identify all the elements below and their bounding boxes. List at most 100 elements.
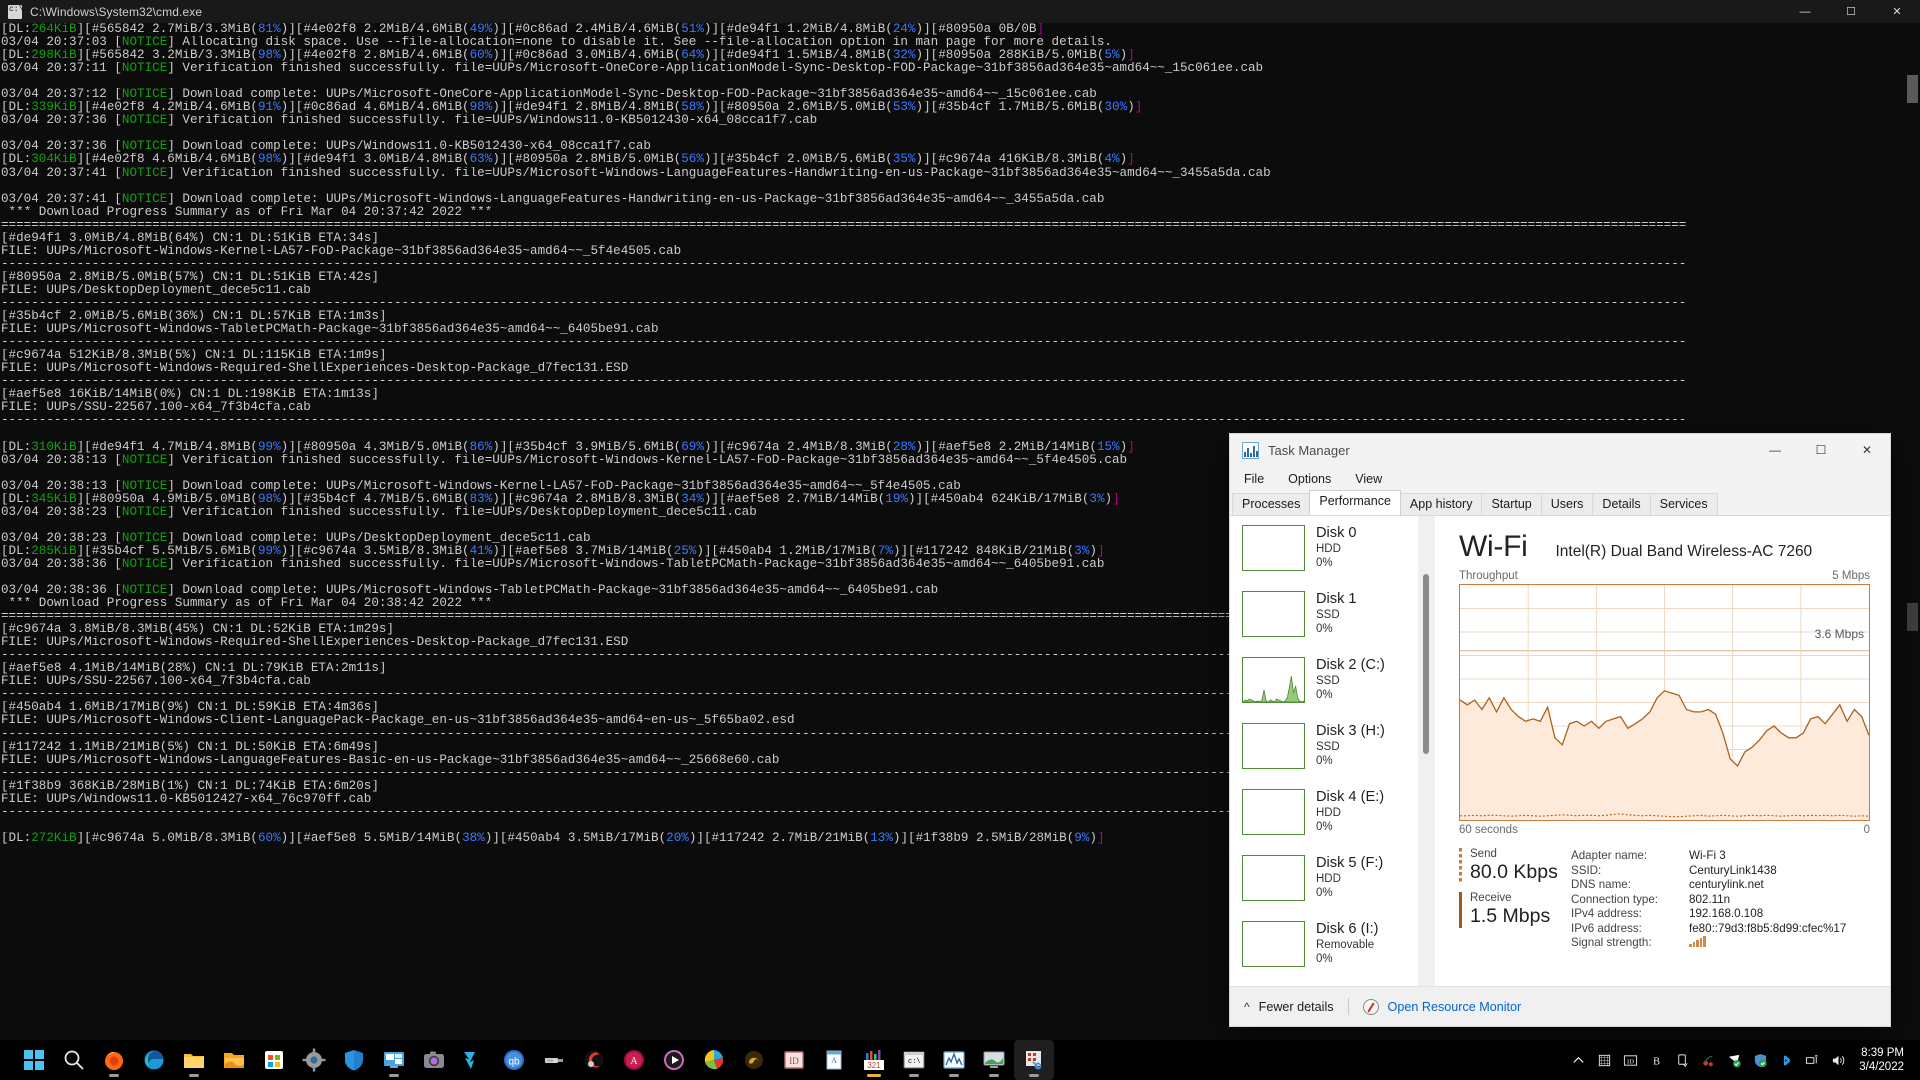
tray-b-app[interactable]: B: [1643, 1040, 1669, 1080]
console-titlebar[interactable]: c:\ C:\Windows\System32\cmd.exe — ☐ ✕: [0, 0, 1920, 23]
console-close-button[interactable]: ✕: [1874, 0, 1920, 23]
id-icon: ID: [1623, 1053, 1638, 1068]
resource-item-disk-2-c[interactable]: Disk 2 (C:) SSD 0%: [1230, 648, 1435, 714]
tray-cherry-app[interactable]: [1695, 1040, 1721, 1080]
resource-name: Disk 4 (E:): [1316, 789, 1385, 805]
document-icon: A: [822, 1048, 846, 1072]
clock-time: 8:39 PM: [1861, 1047, 1904, 1059]
open-resource-monitor-link[interactable]: Open Resource Monitor: [1388, 1000, 1522, 1014]
tab-performance[interactable]: Performance: [1309, 490, 1401, 515]
resource-item-disk-4-e[interactable]: Disk 4 (E:) HDD 0%: [1230, 780, 1435, 846]
tm-close-button[interactable]: ✕: [1844, 434, 1890, 466]
taskbar-app-blue[interactable]: [454, 1040, 494, 1080]
console-scrollbar-thumb[interactable]: [1907, 75, 1918, 103]
receive-value: 1.5 Mbps: [1470, 905, 1551, 927]
resource-item-disk-6-i[interactable]: Disk 6 (I:) Removable 0%: [1230, 912, 1435, 978]
taskbar-security[interactable]: [334, 1040, 374, 1080]
taskbar-id-app[interactable]: ID: [774, 1040, 814, 1080]
console-minimize-button[interactable]: —: [1782, 0, 1828, 23]
resource-list-scrollbar-thumb[interactable]: [1423, 574, 1429, 754]
tray-network[interactable]: [1799, 1040, 1825, 1080]
resource-list-scrollbar[interactable]: [1418, 516, 1435, 986]
task-manager-window[interactable]: Task Manager — ☐ ✕ File Options View Pro…: [1230, 434, 1890, 1026]
shield-check-icon: [1753, 1053, 1768, 1068]
send-label: Send: [1470, 848, 1497, 860]
taskbar-firefox[interactable]: [94, 1040, 134, 1080]
search-button[interactable]: [54, 1040, 94, 1080]
resource-item-disk-3-h[interactable]: Disk 3 (H:) SSD 0%: [1230, 714, 1435, 780]
tray-show-hidden-icons[interactable]: [1565, 1040, 1591, 1080]
tab-processes[interactable]: Processes: [1232, 493, 1311, 515]
resource-type: SSD: [1316, 675, 1340, 688]
taskbar-clock[interactable]: 8:39 PM 3/4/2022: [1851, 1046, 1908, 1074]
taskbar-command-prompt[interactable]: c:\: [894, 1040, 934, 1080]
tray-volume[interactable]: [1825, 1040, 1851, 1080]
resource-item-disk-1[interactable]: Disk 1 SSD 0%: [1230, 582, 1435, 648]
tab-users[interactable]: Users: [1540, 493, 1594, 515]
menu-view[interactable]: View: [1353, 470, 1384, 488]
taskbar-camera[interactable]: [414, 1040, 454, 1080]
windows-taskbar[interactable]: qb A ID A 321 c:\ ID B 8:39 PM 3/4/2022: [0, 1040, 1920, 1080]
tab-details[interactable]: Details: [1592, 493, 1651, 515]
taskbar-edge[interactable]: [134, 1040, 174, 1080]
send-value: 80.0 Kbps: [1470, 861, 1558, 883]
taskbar-calendar-app[interactable]: 321: [854, 1040, 894, 1080]
folder-icon: [182, 1048, 206, 1072]
taskbar-ccleaner[interactable]: [574, 1040, 614, 1080]
resource-usage: 0%: [1316, 886, 1333, 899]
menu-options[interactable]: Options: [1286, 470, 1333, 488]
taskbar-running-indicator: [989, 1074, 999, 1077]
taskbar-settings[interactable]: [294, 1040, 334, 1080]
task-manager-titlebar[interactable]: Task Manager — ☐ ✕: [1230, 434, 1890, 466]
performance-resource-list[interactable]: Disk 0 HDD 0% Disk 1 SSD 0% Disk 2 (C:) SSD 0% Di…: [1230, 516, 1435, 986]
tab-app-history[interactable]: App history: [1399, 493, 1483, 515]
tab-services[interactable]: Services: [1649, 493, 1718, 515]
taskbar-qbittorrent[interactable]: qb: [494, 1040, 534, 1080]
console-line: [DL:264KiB][#565842 2.7MiB/3.3MiB(81%)][…: [1, 23, 1045, 36]
tm-minimize-button[interactable]: —: [1752, 434, 1798, 466]
taskbar-microsoft-store[interactable]: [254, 1040, 294, 1080]
taskbar-snipping-tool[interactable]: [1014, 1040, 1054, 1080]
taskbar-app-gold[interactable]: [734, 1040, 774, 1080]
signal-bars-icon: [1689, 936, 1706, 947]
tray-grid-app[interactable]: [1591, 1040, 1617, 1080]
svg-text:ID: ID: [1627, 1058, 1634, 1065]
svg-text:A: A: [630, 1056, 638, 1067]
start-button[interactable]: [14, 1040, 54, 1080]
taskbar-task-manager[interactable]: [934, 1040, 974, 1080]
console-line: 03/04 20:37:36 [NOTICE] Download complet…: [1, 140, 651, 154]
taskbar-document[interactable]: A: [814, 1040, 854, 1080]
taskbar-audacity[interactable]: A: [614, 1040, 654, 1080]
console-line: 03/04 20:37:36 [NOTICE] Verification fin…: [1, 114, 818, 128]
tm-maximize-button[interactable]: ☐: [1798, 434, 1844, 466]
resource-meta: Disk 3 (H:) SSD 0%: [1316, 723, 1385, 768]
resource-name: Disk 6 (I:): [1316, 921, 1379, 937]
taskbar-media-player[interactable]: [654, 1040, 694, 1080]
resource-item-disk-5-f[interactable]: Disk 5 (F:) HDD 0%: [1230, 846, 1435, 912]
cmd-icon: c:\: [902, 1048, 926, 1072]
tray-usb[interactable]: [1669, 1040, 1695, 1080]
taskbar-usb-drive[interactable]: [534, 1040, 574, 1080]
resource-type: HDD: [1316, 873, 1341, 886]
resource-item-disk-0[interactable]: Disk 0 HDD 0%: [1230, 516, 1435, 582]
console-scrollbar[interactable]: [1905, 23, 1920, 1040]
resource-sparkline: [1242, 591, 1305, 637]
tray-id-app[interactable]: ID: [1617, 1040, 1643, 1080]
tab-startup[interactable]: Startup: [1481, 493, 1542, 515]
menu-file[interactable]: File: [1242, 470, 1266, 488]
tray-security[interactable]: [1747, 1040, 1773, 1080]
console-maximize-button[interactable]: ☐: [1828, 0, 1874, 23]
tray-bluetooth[interactable]: [1773, 1040, 1799, 1080]
property-key: Connection type:: [1571, 892, 1659, 906]
fewer-details-button[interactable]: Fewer details: [1259, 1000, 1334, 1014]
taskbar-color-app[interactable]: [694, 1040, 734, 1080]
taskbar-explorer-2[interactable]: [214, 1040, 254, 1080]
taskbar-display-app[interactable]: [974, 1040, 1014, 1080]
console-scrollbar-thumb-lower[interactable]: [1907, 603, 1918, 631]
audacity-icon: A: [622, 1048, 646, 1072]
taskbar-file-explorer[interactable]: [174, 1040, 214, 1080]
taskbar-remote-desktop[interactable]: [374, 1040, 414, 1080]
tray-updater[interactable]: [1721, 1040, 1747, 1080]
resource-usage: 0%: [1316, 622, 1333, 635]
